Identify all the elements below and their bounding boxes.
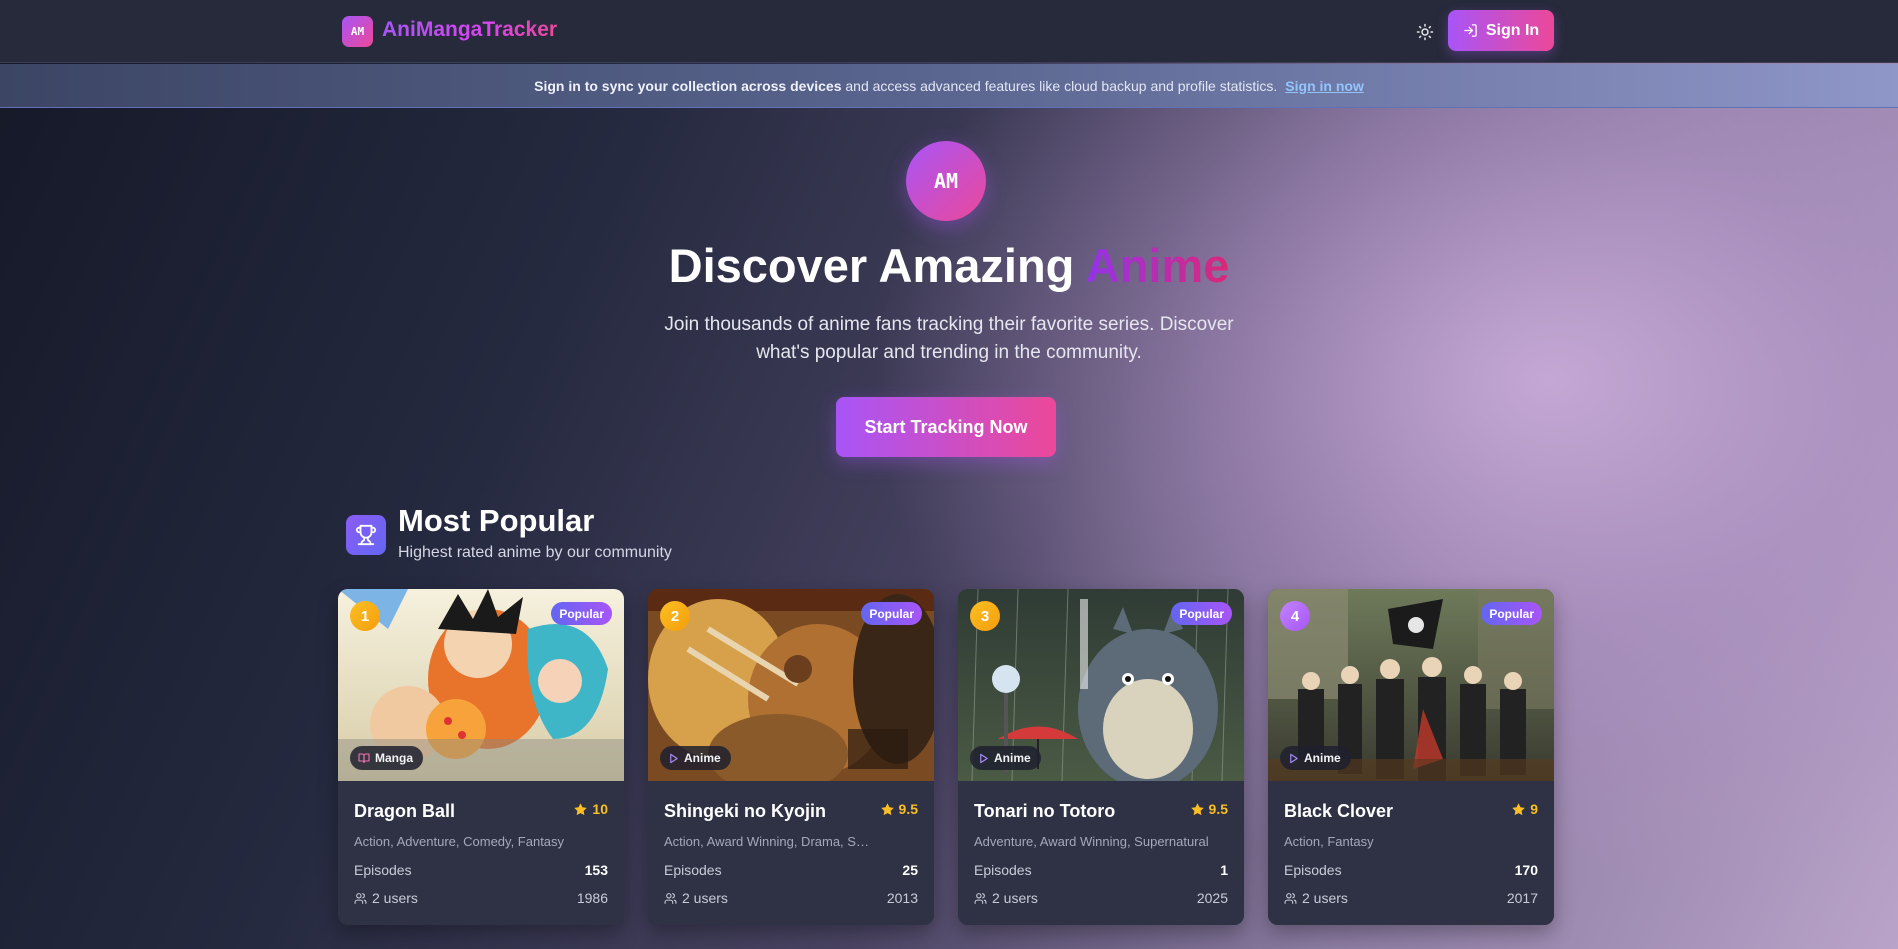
episodes-label: Episodes [1284,862,1342,878]
type-label: Anime [994,751,1031,765]
top-nav: AM AniMangaTracker Sign In [0,0,1898,63]
section-title: Most Popular [398,503,595,538]
theme-toggle-button[interactable] [1412,19,1438,45]
year: 2017 [1506,890,1538,906]
users-label: 2 users [682,890,728,906]
rank-badge: 2 [660,601,690,631]
star-icon [1512,802,1525,815]
episodes-value: 153 [584,862,608,878]
banner-text: and access advanced features like cloud … [841,78,1277,94]
anime-card[interactable]: 3 Popular Anime Tonari no Totoro 9.5 Adv… [958,589,1244,925]
brand-name[interactable]: AniMangaTracker [382,18,557,42]
type-badge: Anime [970,746,1041,770]
score: 10 [573,801,608,817]
type-badge: Manga [350,746,424,770]
card-title: Black Clover [1284,801,1394,821]
score-value: 9 [1530,801,1538,817]
play-icon [1290,753,1298,763]
star-icon [1190,802,1204,815]
year: 1986 [576,890,608,906]
hero-title: Discover Amazing Anime [0,238,1898,293]
users-label: 2 users [372,890,418,906]
users-count: 2 users [974,890,1038,906]
card-title: Shingeki no Kyojin [664,801,827,821]
score: 9 [1511,801,1538,817]
users-icon [354,892,367,904]
users-count: 2 users [354,890,418,906]
year: 2013 [886,890,918,906]
anime-card[interactable]: 1 Popular Manga Dragon Ball 10 Action, A… [338,589,624,925]
genres: Action, Fantasy [1284,834,1374,849]
score-value: 10 [592,801,608,817]
log-in-icon [1464,24,1477,37]
banner-sign-in-link[interactable]: Sign in now [1285,78,1364,94]
score: 9.5 [1190,801,1228,817]
section-subtitle: Highest rated anime by our community [398,544,672,561]
type-label: Anime [684,751,721,765]
card-body: Black Clover 9 Action, Fantasy Episodes … [1268,781,1554,925]
users-count: 2 users [664,890,728,906]
users-icon [1284,892,1297,904]
episodes-value: 1 [1220,862,1228,878]
anime-card[interactable]: 4 Popular Anime Black Clover 9 Action, F… [1268,589,1554,925]
sign-in-label: Sign In [1485,21,1540,39]
card-title: Tonari no Totoro [974,801,1116,821]
start-tracking-button[interactable]: Start Tracking Now [836,397,1056,457]
section-icon-box [346,515,386,555]
year: 2025 [1196,890,1228,906]
hero-title-accent: Anime [1085,239,1230,292]
play-icon [670,753,678,763]
star-icon [880,802,894,815]
type-label: Anime [1304,751,1341,765]
rank-badge: 1 [350,601,380,631]
users-icon [664,892,677,904]
genres: Adventure, Award Winning, Supernatural [974,834,1209,849]
card-title: Dragon Ball [354,801,456,821]
score-value: 9.5 [898,801,918,817]
score-value: 9.5 [1208,801,1228,817]
card-body: Shingeki no Kyojin 9.5 Action, Award Win… [648,781,934,925]
rank-badge: 3 [970,601,1000,631]
episodes-label: Episodes [354,862,412,878]
play-icon [980,753,988,763]
anime-card[interactable]: 2 Popular Anime Shingeki no Kyojin 9.5 A… [648,589,934,925]
card-body: Dragon Ball 10 Action, Adventure, Comedy… [338,781,624,925]
hero-avatar: AM [906,141,986,221]
popular-badge: Popular [861,602,922,625]
episodes-value: 170 [1514,862,1538,878]
trophy-icon [355,524,377,546]
type-badge: Anime [660,746,731,770]
users-label: 2 users [992,890,1038,906]
popular-badge: Popular [1171,602,1232,625]
sun-icon [1416,23,1434,41]
type-badge: Anime [1280,746,1351,770]
logo-badge[interactable]: AM [342,16,373,47]
popular-badge: Popular [551,602,612,625]
episodes-value: 25 [902,862,918,878]
hero-subtitle: Join thousands of anime fans tracking th… [664,314,1234,363]
rank-badge: 4 [1280,601,1310,631]
score: 9.5 [880,801,918,817]
card-body: Tonari no Totoro 9.5 Adventure, Award Wi… [958,781,1244,925]
sync-banner: Sign in to sync your collection across d… [0,64,1898,108]
hero-title-plain: Discover Amazing [668,239,1086,292]
genres: Action, Adventure, Comedy, Fantasy [354,834,565,849]
genres: Action, Award Winning, Drama, Suspense [664,834,869,849]
popular-cards: 1 Popular Manga Dragon Ball 10 Action, A… [338,589,1554,925]
star-icon [574,802,588,815]
sign-in-button[interactable]: Sign In [1448,10,1554,51]
banner-bold-text: Sign in to sync your collection across d… [534,77,842,94]
users-icon [974,892,987,904]
book-icon [358,753,370,764]
banner-text-body: and access advanced features like cloud … [845,77,1278,94]
users-label: 2 users [1302,890,1348,906]
popular-badge: Popular [1481,602,1542,625]
users-count: 2 users [1284,890,1348,906]
type-label: Manga [375,751,414,765]
episodes-label: Episodes [664,862,722,878]
episodes-label: Episodes [974,862,1032,878]
